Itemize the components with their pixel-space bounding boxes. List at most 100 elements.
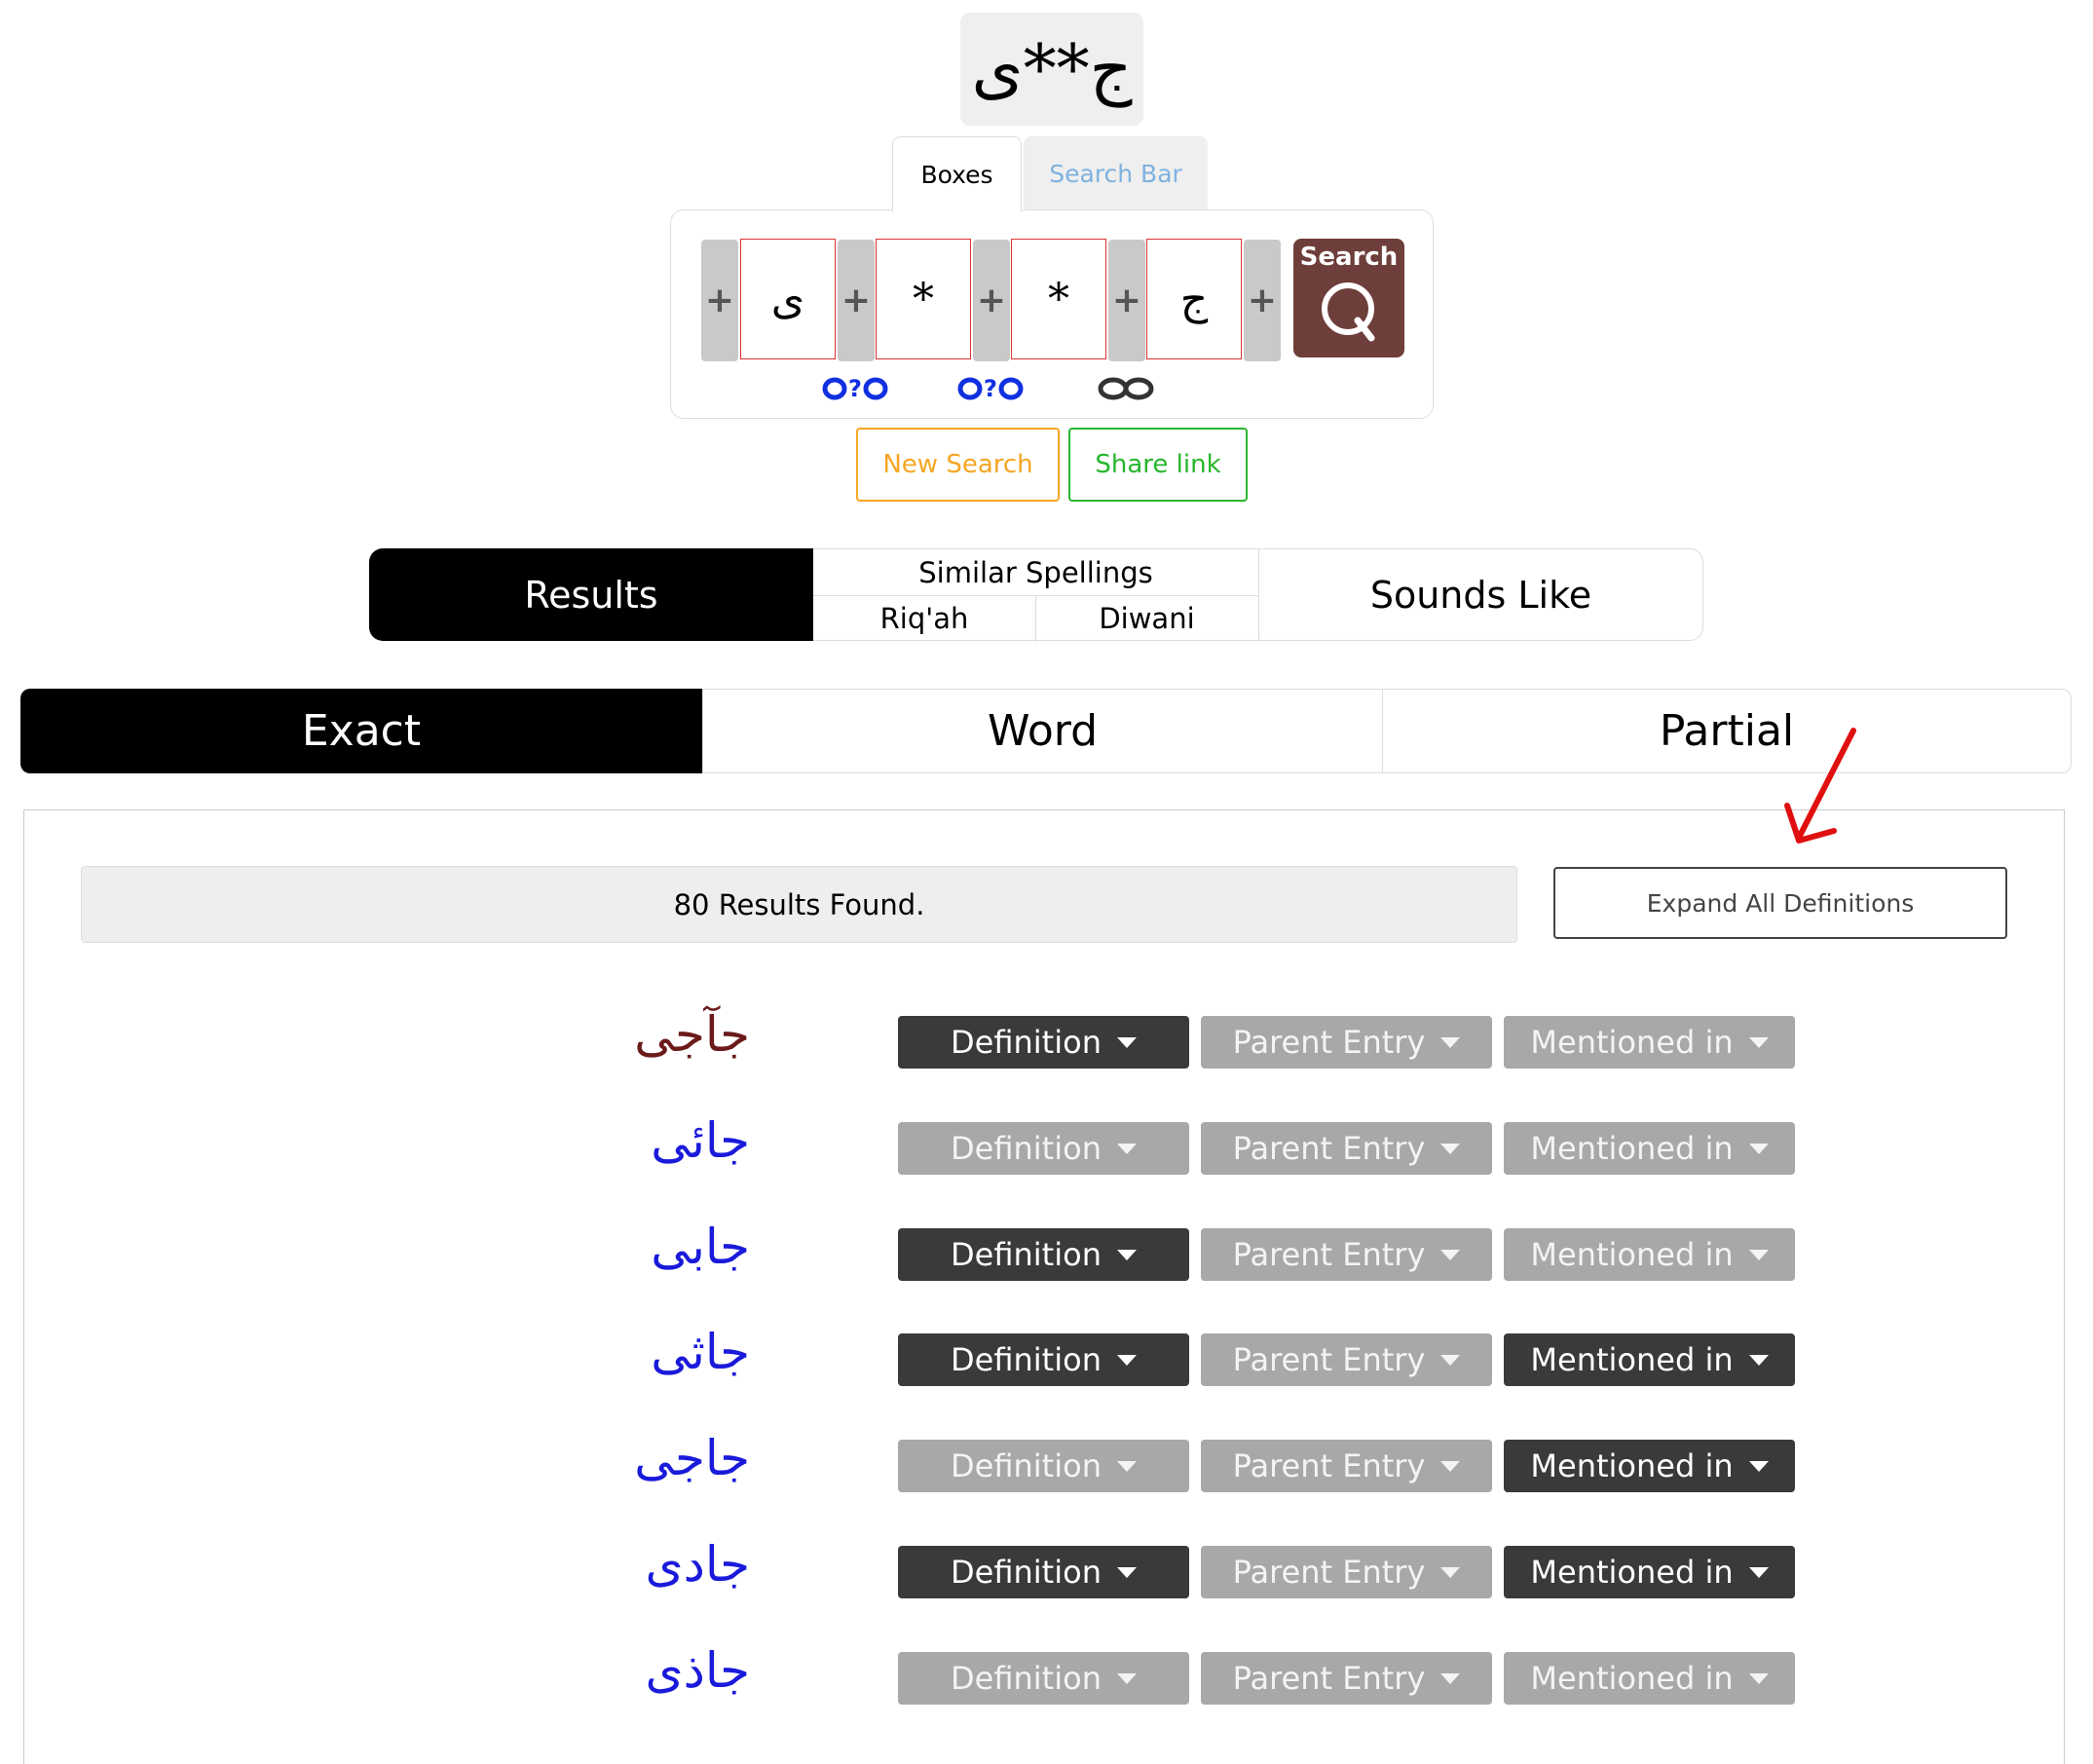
chevron-down-icon <box>1440 1460 1461 1472</box>
definition-dropdown-label: Definition <box>951 1660 1102 1697</box>
chevron-down-icon <box>1440 1036 1461 1048</box>
definition-dropdown[interactable]: Definition <box>898 1440 1189 1492</box>
share-link-button[interactable]: Share link <box>1068 428 1248 502</box>
parent-entry-dropdown[interactable]: Parent Entry <box>1201 1122 1492 1175</box>
new-search-button[interactable]: New Search <box>856 428 1060 502</box>
result-word[interactable]: جاجی <box>555 1430 750 1486</box>
chevron-down-icon <box>1748 1036 1769 1048</box>
letter-box-4[interactable]: ج <box>1146 239 1242 359</box>
mentioned-in-dropdown-label: Mentioned in <box>1530 1447 1734 1484</box>
mentioned-in-dropdown-label: Mentioned in <box>1530 1024 1734 1061</box>
chevron-down-icon <box>1116 1249 1137 1260</box>
parent-entry-dropdown-label: Parent Entry <box>1232 1554 1426 1591</box>
parent-entry-dropdown[interactable]: Parent Entry <box>1201 1228 1492 1281</box>
parent-entry-dropdown[interactable]: Parent Entry <box>1201 1440 1492 1492</box>
chain-link-icon[interactable] <box>1092 372 1160 405</box>
parent-entry-dropdown[interactable]: Parent Entry <box>1201 1333 1492 1386</box>
query-display: ج**ی <box>960 13 1143 126</box>
chevron-down-icon <box>1440 1249 1461 1260</box>
tab-partial[interactable]: Partial <box>1382 689 2072 773</box>
tab-exact[interactable]: Exact <box>20 689 702 773</box>
result-word[interactable]: جاذی <box>555 1642 750 1699</box>
insert-box-button[interactable]: + <box>973 240 1010 361</box>
mentioned-in-dropdown-label: Mentioned in <box>1530 1554 1734 1591</box>
result-word[interactable]: جاثی <box>555 1324 750 1380</box>
svg-text:?: ? <box>984 375 997 402</box>
mentioned-in-dropdown[interactable]: Mentioned in <box>1504 1546 1795 1598</box>
parent-entry-dropdown[interactable]: Parent Entry <box>1201 1652 1492 1705</box>
definition-dropdown[interactable]: Definition <box>898 1016 1189 1069</box>
search-button[interactable]: Search <box>1293 239 1404 357</box>
result-word[interactable]: جادی <box>555 1536 750 1593</box>
chevron-down-icon <box>1748 1566 1769 1578</box>
definition-dropdown[interactable]: Definition <box>898 1333 1189 1386</box>
mentioned-in-dropdown-label: Mentioned in <box>1530 1130 1734 1167</box>
insert-box-button[interactable]: + <box>701 240 738 361</box>
optional-link-icon[interactable]: ? <box>821 372 889 405</box>
mode-riqah[interactable]: Riq'ah <box>813 595 1036 642</box>
chevron-down-icon <box>1748 1460 1769 1472</box>
result-row: جاثی Definition Parent Entry Mentioned in <box>651 1324 1831 1386</box>
parent-entry-dropdown-label: Parent Entry <box>1232 1341 1426 1378</box>
mode-sounds-like[interactable]: Sounds Like <box>1258 548 1703 641</box>
definition-dropdown[interactable]: Definition <box>898 1546 1189 1598</box>
optional-link-icon[interactable]: ? <box>956 372 1025 405</box>
parent-entry-dropdown-label: Parent Entry <box>1232 1660 1426 1697</box>
insert-box-button[interactable]: + <box>1108 240 1145 361</box>
search-icon <box>1322 282 1375 342</box>
definition-dropdown-label: Definition <box>951 1341 1102 1378</box>
chevron-down-icon <box>1440 1672 1461 1684</box>
red-arrow-annotation <box>1784 728 1856 844</box>
mentioned-in-dropdown[interactable]: Mentioned in <box>1504 1016 1795 1069</box>
chevron-down-icon <box>1748 1249 1769 1260</box>
definition-dropdown[interactable]: Definition <box>898 1122 1189 1175</box>
mentioned-in-dropdown[interactable]: Mentioned in <box>1504 1122 1795 1175</box>
insert-box-button[interactable]: + <box>1244 240 1281 361</box>
mentioned-in-dropdown[interactable]: Mentioned in <box>1504 1652 1795 1705</box>
results-panel <box>23 809 2065 1764</box>
mode-similar-spellings: Similar Spellings Riq'ah Diwani <box>813 548 1258 642</box>
definition-dropdown-label: Definition <box>951 1130 1102 1167</box>
letter-box-2[interactable]: * <box>876 239 971 359</box>
definition-dropdown[interactable]: Definition <box>898 1228 1189 1281</box>
parent-entry-dropdown[interactable]: Parent Entry <box>1201 1016 1492 1069</box>
result-word[interactable]: جابی <box>555 1219 750 1275</box>
tab-boxes[interactable]: Boxes <box>892 136 1022 212</box>
result-row: جابی Definition Parent Entry Mentioned in <box>651 1219 1831 1281</box>
letter-box-1[interactable]: ی <box>740 239 836 359</box>
definition-dropdown[interactable]: Definition <box>898 1652 1189 1705</box>
chevron-down-icon <box>1116 1460 1137 1472</box>
parent-entry-dropdown[interactable]: Parent Entry <box>1201 1546 1492 1598</box>
result-word[interactable]: جائی <box>555 1112 750 1169</box>
chevron-down-icon <box>1116 1672 1137 1684</box>
result-row: جآجی Definition Parent Entry Mentioned in <box>634 1006 1831 1069</box>
result-row: جادی Definition Parent Entry Mentioned in <box>645 1536 1831 1598</box>
parent-entry-dropdown-label: Parent Entry <box>1232 1447 1426 1484</box>
chevron-down-icon <box>1116 1354 1137 1366</box>
mentioned-in-dropdown[interactable]: Mentioned in <box>1504 1333 1795 1386</box>
definition-dropdown-label: Definition <box>951 1447 1102 1484</box>
parent-entry-dropdown-label: Parent Entry <box>1232 1024 1426 1061</box>
mentioned-in-dropdown[interactable]: Mentioned in <box>1504 1228 1795 1281</box>
result-row: جاذی Definition Parent Entry Mentioned in <box>645 1642 1831 1705</box>
chevron-down-icon <box>1116 1143 1137 1154</box>
tab-search-bar[interactable]: Search Bar <box>1024 136 1208 210</box>
parent-entry-dropdown-label: Parent Entry <box>1232 1236 1426 1273</box>
result-row: جاجی Definition Parent Entry Mentioned in <box>634 1430 1831 1492</box>
similar-spellings-label[interactable]: Similar Spellings <box>813 549 1258 596</box>
mentioned-in-dropdown[interactable]: Mentioned in <box>1504 1440 1795 1492</box>
query-pattern: ج**ی <box>971 30 1133 108</box>
insert-box-button[interactable]: + <box>838 240 875 361</box>
chevron-down-icon <box>1748 1672 1769 1684</box>
letter-box-3[interactable]: * <box>1011 239 1106 359</box>
result-row: جائی Definition Parent Entry Mentioned in <box>651 1112 1831 1175</box>
mode-diwani[interactable]: Diwani <box>1035 595 1258 642</box>
expand-all-definitions-button[interactable]: Expand All Definitions <box>1553 867 2007 939</box>
definition-dropdown-label: Definition <box>951 1024 1102 1061</box>
chevron-down-icon <box>1748 1143 1769 1154</box>
mode-results[interactable]: Results <box>369 548 813 641</box>
chevron-down-icon <box>1440 1143 1461 1154</box>
result-word[interactable]: جآجی <box>555 1006 750 1063</box>
tab-word[interactable]: Word <box>702 689 1382 773</box>
parent-entry-dropdown-label: Parent Entry <box>1232 1130 1426 1167</box>
